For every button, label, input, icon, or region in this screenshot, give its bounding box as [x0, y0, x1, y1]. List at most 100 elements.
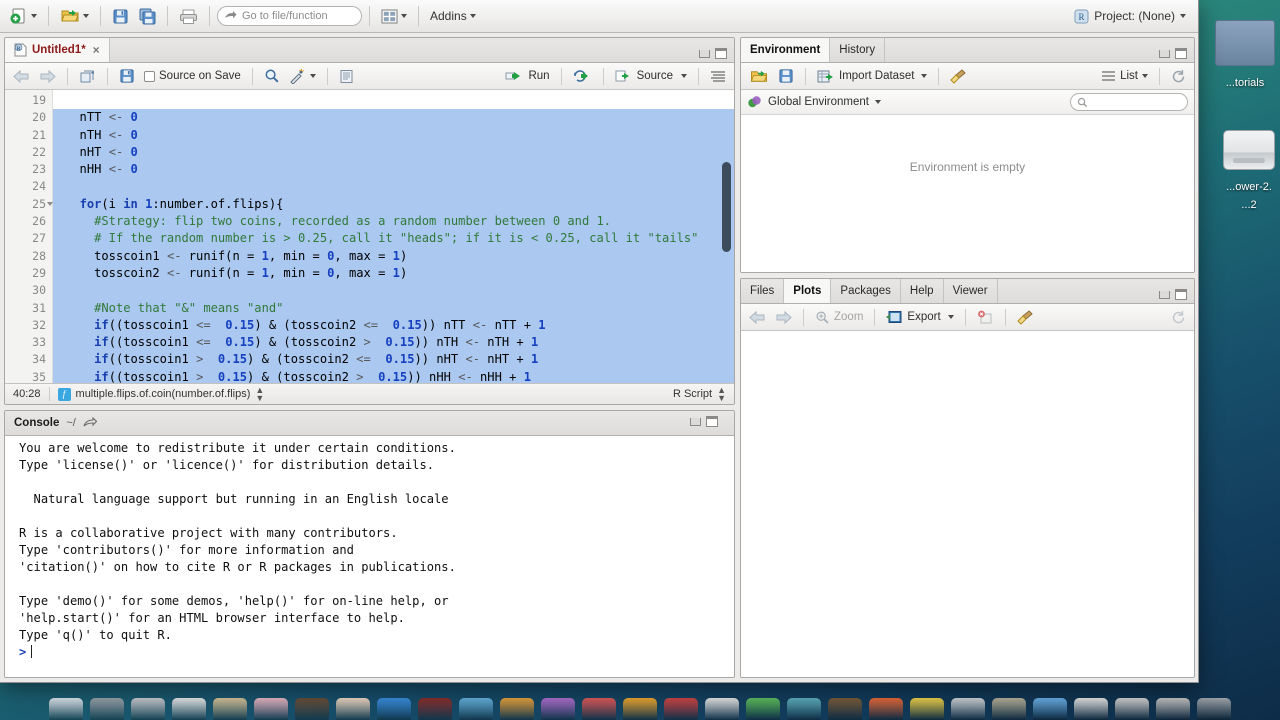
code-editor[interactable]: 192021222324252627282930313233343536 nTT… [5, 90, 734, 383]
refresh-button[interactable] [1168, 66, 1189, 87]
dock-item[interactable] [951, 698, 985, 720]
compile-report-button[interactable] [336, 66, 357, 87]
print-button[interactable] [175, 4, 202, 28]
plots-back-button[interactable] [746, 307, 769, 328]
code-tools-button[interactable] [286, 66, 319, 87]
minimize-icon[interactable] [1159, 49, 1170, 58]
remove-plot-button[interactable] [974, 307, 997, 328]
tab-plots[interactable]: Plots [784, 279, 832, 303]
dock-item[interactable] [500, 698, 534, 720]
view-mode-button[interactable]: List [1098, 66, 1151, 87]
source-on-save-checkbox[interactable]: Source on Save [141, 66, 244, 87]
tab-packages[interactable]: Packages [831, 279, 901, 303]
dock-item[interactable] [746, 698, 780, 720]
show-in-new-window-button[interactable] [76, 66, 99, 87]
dock-item[interactable] [787, 698, 821, 720]
pane-layout-button[interactable] [377, 4, 411, 28]
dock[interactable] [0, 694, 1280, 720]
find-icon [265, 69, 279, 83]
new-file-button[interactable] [6, 4, 41, 28]
environment-search-input[interactable] [1070, 93, 1188, 111]
project-menu[interactable]: R Project: (None) [1074, 9, 1192, 24]
scope-selector[interactable]: f multiple.flips.of.coin(number.of.flips… [50, 386, 273, 403]
dock-item[interactable] [418, 698, 452, 720]
dock-item[interactable] [459, 698, 493, 720]
source-save-button[interactable] [116, 66, 138, 87]
dock-item[interactable] [992, 698, 1026, 720]
save-button[interactable] [108, 4, 133, 28]
dock-item[interactable] [213, 698, 247, 720]
clear-plots-button[interactable] [1014, 307, 1037, 328]
dock-item[interactable] [705, 698, 739, 720]
console-working-dir[interactable]: ~/ [66, 417, 75, 429]
zoom-button[interactable]: Zoom [812, 307, 866, 328]
console-prompt-line[interactable]: > [19, 644, 734, 661]
dock-item[interactable] [1074, 698, 1108, 720]
open-file-button[interactable] [56, 4, 93, 28]
dock-item[interactable] [910, 698, 944, 720]
minimize-icon[interactable] [690, 417, 701, 426]
dock-item[interactable] [582, 698, 616, 720]
dock-item[interactable] [90, 698, 124, 720]
dock-item[interactable] [1156, 698, 1190, 720]
dock-item[interactable] [172, 698, 206, 720]
tab-history[interactable]: History [830, 38, 886, 62]
source-back-button[interactable] [10, 66, 33, 87]
console-output[interactable]: You are welcome to redistribute it under… [5, 436, 734, 677]
maximize-icon[interactable] [706, 416, 718, 427]
dock-item[interactable] [377, 698, 411, 720]
dock-item[interactable] [541, 698, 575, 720]
export-button[interactable]: Export [883, 307, 956, 328]
dock-item[interactable] [49, 698, 83, 720]
toolbar-divider [107, 67, 108, 85]
dock-item[interactable] [336, 698, 370, 720]
tab-help[interactable]: Help [901, 279, 944, 303]
plots-refresh-button[interactable] [1168, 307, 1189, 328]
tab-environment[interactable]: Environment [741, 38, 831, 62]
maximize-icon[interactable] [715, 48, 727, 59]
dock-item[interactable] [1197, 698, 1231, 720]
dock-item[interactable] [254, 698, 288, 720]
tab-viewer[interactable]: Viewer [944, 279, 998, 303]
rerun-button[interactable] [570, 66, 595, 87]
import-dataset-button[interactable]: Import Dataset [814, 66, 930, 87]
show-in-new-window-icon [80, 70, 94, 82]
maximize-icon[interactable] [1175, 48, 1187, 59]
addins-button[interactable]: Addins [426, 4, 480, 28]
dock-item[interactable] [664, 698, 698, 720]
find-button[interactable] [261, 66, 283, 87]
dock-item[interactable] [295, 698, 329, 720]
file-type-selector[interactable]: R Script ▲ ▼ [665, 386, 734, 403]
code-content[interactable]: nTT <- 0 nTH <- 0 nHT <- 0 nHH <- 0 for(… [53, 90, 734, 383]
plot-display-area[interactable] [741, 331, 1194, 677]
desktop-icon-tutorials[interactable]: ...torials [1200, 20, 1280, 91]
source-button[interactable]: Source [612, 66, 690, 87]
dock-item[interactable] [869, 698, 903, 720]
document-outline-button[interactable] [707, 66, 729, 87]
environment-scope-label[interactable]: Global Environment [768, 96, 869, 108]
tab-files[interactable]: Files [741, 279, 785, 303]
plots-forward-button[interactable] [772, 307, 795, 328]
popout-icon[interactable] [83, 417, 97, 429]
dock-item[interactable] [1033, 698, 1067, 720]
close-icon[interactable]: × [93, 43, 100, 57]
clear-objects-button[interactable] [947, 66, 970, 87]
save-workspace-button[interactable] [775, 66, 797, 87]
source-forward-button[interactable] [36, 66, 59, 87]
dock-item[interactable] [131, 698, 165, 720]
minimize-icon[interactable] [699, 49, 710, 58]
dock-item[interactable] [623, 698, 657, 720]
desktop-icon-drive[interactable]: ...ower-2. ...2 [1204, 130, 1280, 213]
editor-vertical-scrollbar[interactable] [722, 162, 731, 252]
minimize-icon[interactable] [1159, 290, 1170, 299]
checkbox-icon[interactable] [144, 70, 155, 82]
source-tab-untitled1[interactable]: R Untitled1* × [5, 38, 110, 62]
dock-item[interactable] [828, 698, 862, 720]
goto-file-function-box[interactable]: Go to file/function [217, 6, 362, 26]
load-workspace-button[interactable] [746, 66, 772, 87]
maximize-icon[interactable] [1175, 289, 1187, 300]
save-all-button[interactable] [135, 4, 160, 28]
run-button[interactable]: Run [502, 66, 552, 87]
dock-item[interactable] [1115, 698, 1149, 720]
